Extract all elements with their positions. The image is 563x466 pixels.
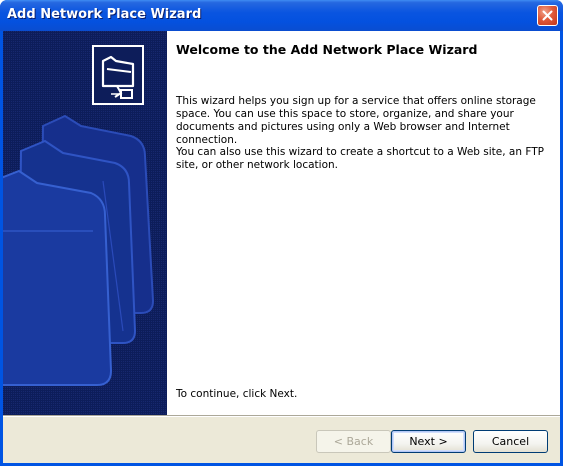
folder-watermark [3, 31, 167, 415]
title-bar[interactable]: Add Network Place Wizard [0, 0, 563, 31]
network-folder-icon [92, 45, 144, 105]
wizard-side-panel [3, 31, 167, 415]
shortcut-paragraph: You can also use this wizard to create a… [176, 146, 544, 171]
wizard-client-area: Welcome to the Add Network Place Wizard … [3, 31, 560, 463]
close-button[interactable] [537, 5, 558, 26]
wizard-content: Welcome to the Add Network Place Wizard … [167, 31, 560, 415]
wizard-window: Add Network Place Wizard Welcome to the … [0, 0, 563, 466]
button-separator [3, 415, 560, 417]
cancel-button[interactable]: Cancel [473, 430, 548, 453]
window-title: Add Network Place Wizard [7, 7, 202, 22]
next-button[interactable]: Next > [391, 430, 466, 453]
intro-paragraph: This wizard helps you sign up for a serv… [176, 95, 536, 146]
wizard-heading: Welcome to the Add Network Place Wizard [176, 42, 478, 57]
close-icon [542, 10, 553, 21]
back-button[interactable]: < Back [316, 430, 391, 453]
continue-instruction: To continue, click Next. [176, 388, 298, 400]
